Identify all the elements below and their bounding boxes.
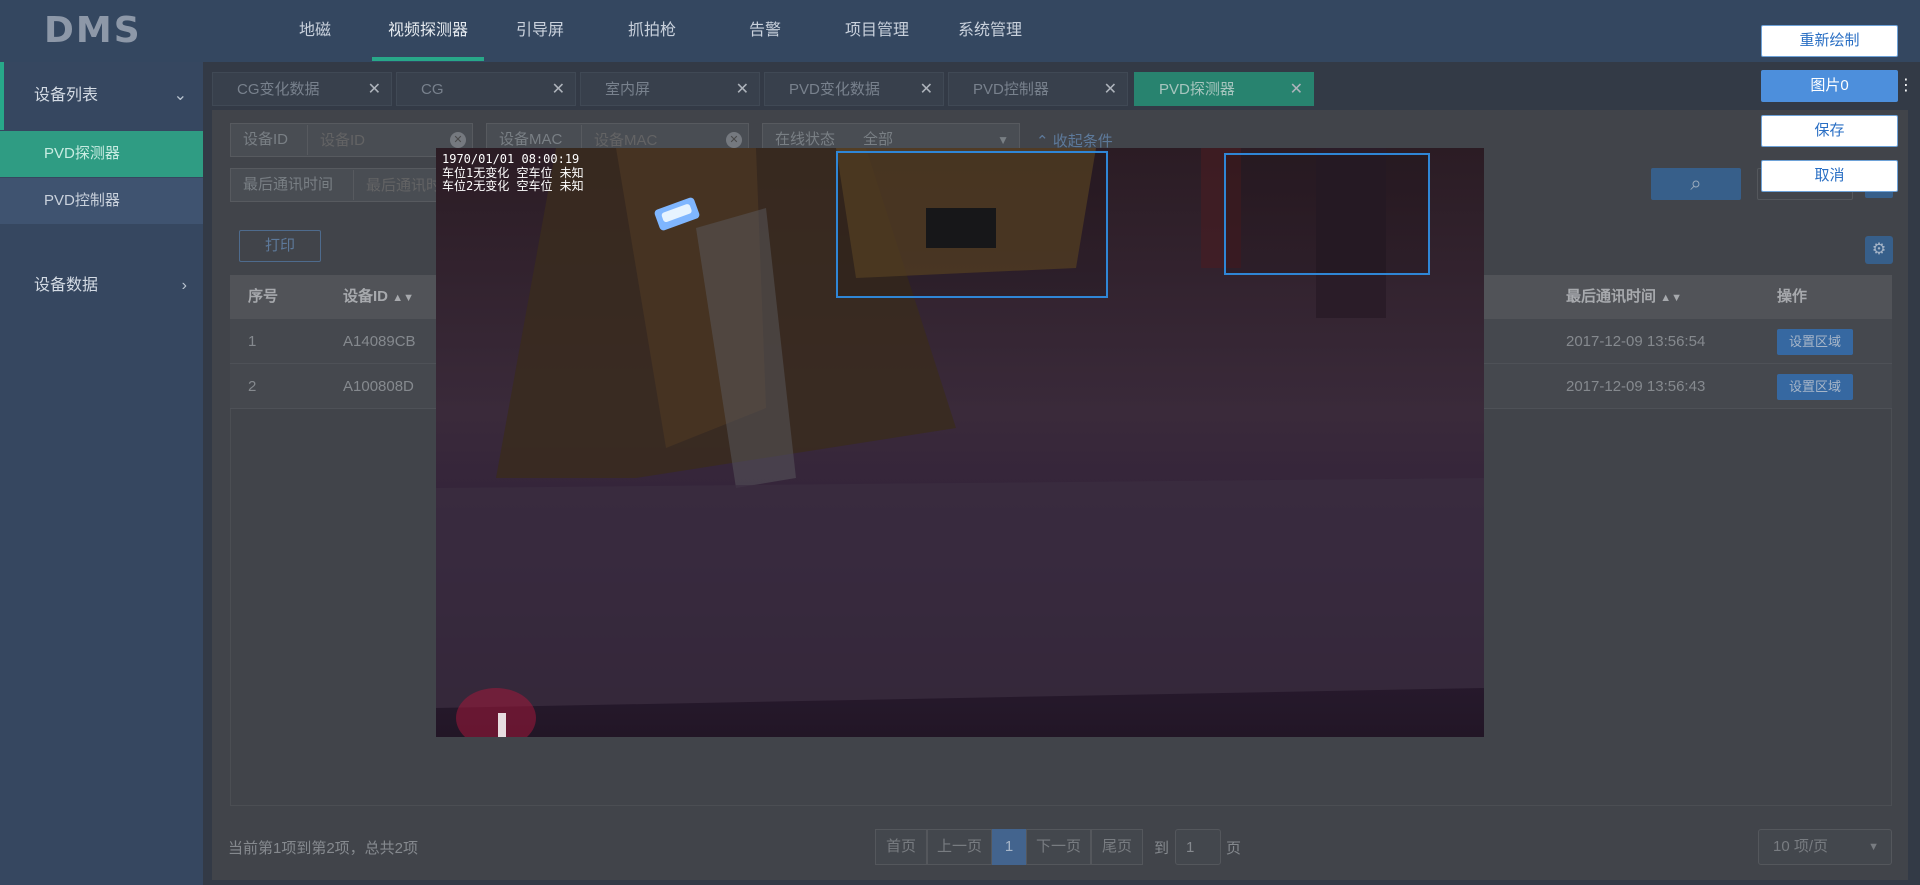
save-button[interactable]: 保存 <box>1761 115 1898 147</box>
parking-region-1[interactable] <box>836 151 1108 298</box>
more-menu-icon[interactable]: ⋮ <box>1898 70 1914 102</box>
chevron-right-icon: › <box>181 277 187 294</box>
sidebar-device-data[interactable]: 设备数据 › <box>0 252 203 320</box>
sidebar-item-pvd-controller[interactable]: PVD控制器 <box>0 178 203 224</box>
sidebar-device-list[interactable]: 设备列表 ⌄ <box>0 62 203 130</box>
video-timestamp: 1970/01/01 08:00:19 <box>442 152 580 166</box>
nav-capture-gun[interactable]: 抓拍枪 <box>602 0 702 62</box>
app-logo: DMS <box>44 10 142 51</box>
redraw-button[interactable]: 重新绘制 <box>1761 25 1898 57</box>
nav-alarm[interactable]: 告警 <box>715 0 815 62</box>
sidebar-device-data-label: 设备数据 <box>34 277 99 294</box>
nav-geomagnetic[interactable]: 地磁 <box>265 0 365 62</box>
nav-guide-screen[interactable]: 引导屏 <box>490 0 590 62</box>
image-selector-button[interactable]: 图片0 <box>1761 70 1898 102</box>
top-navbar: DMS 地磁 视频探测器 引导屏 抓拍枪 告警 项目管理 系统管理 <box>0 0 1920 62</box>
nav-project-management[interactable]: 项目管理 <box>827 0 927 62</box>
camera-snapshot[interactable]: 1970/01/01 08:00:19 车位1无变化 空车位 未知 车位2无变化… <box>436 148 1484 737</box>
video-status-line-2: 车位2无变化 空车位 未知 <box>442 179 584 193</box>
sidebar: 设备列表 ⌄ PVD探测器 PVD控制器 设备数据 › <box>0 62 203 885</box>
active-nav-indicator <box>372 57 484 61</box>
parking-region-2[interactable] <box>1224 153 1430 275</box>
cancel-button[interactable]: 取消 <box>1761 160 1898 192</box>
nav-system-management[interactable]: 系统管理 <box>940 0 1040 62</box>
sidebar-item-pvd-detector[interactable]: PVD探测器 <box>0 131 203 177</box>
sidebar-device-list-label: 设备列表 <box>34 87 99 104</box>
chevron-down-icon: ⌄ <box>173 87 187 104</box>
nav-video-detector[interactable]: 视频探测器 <box>378 0 478 62</box>
